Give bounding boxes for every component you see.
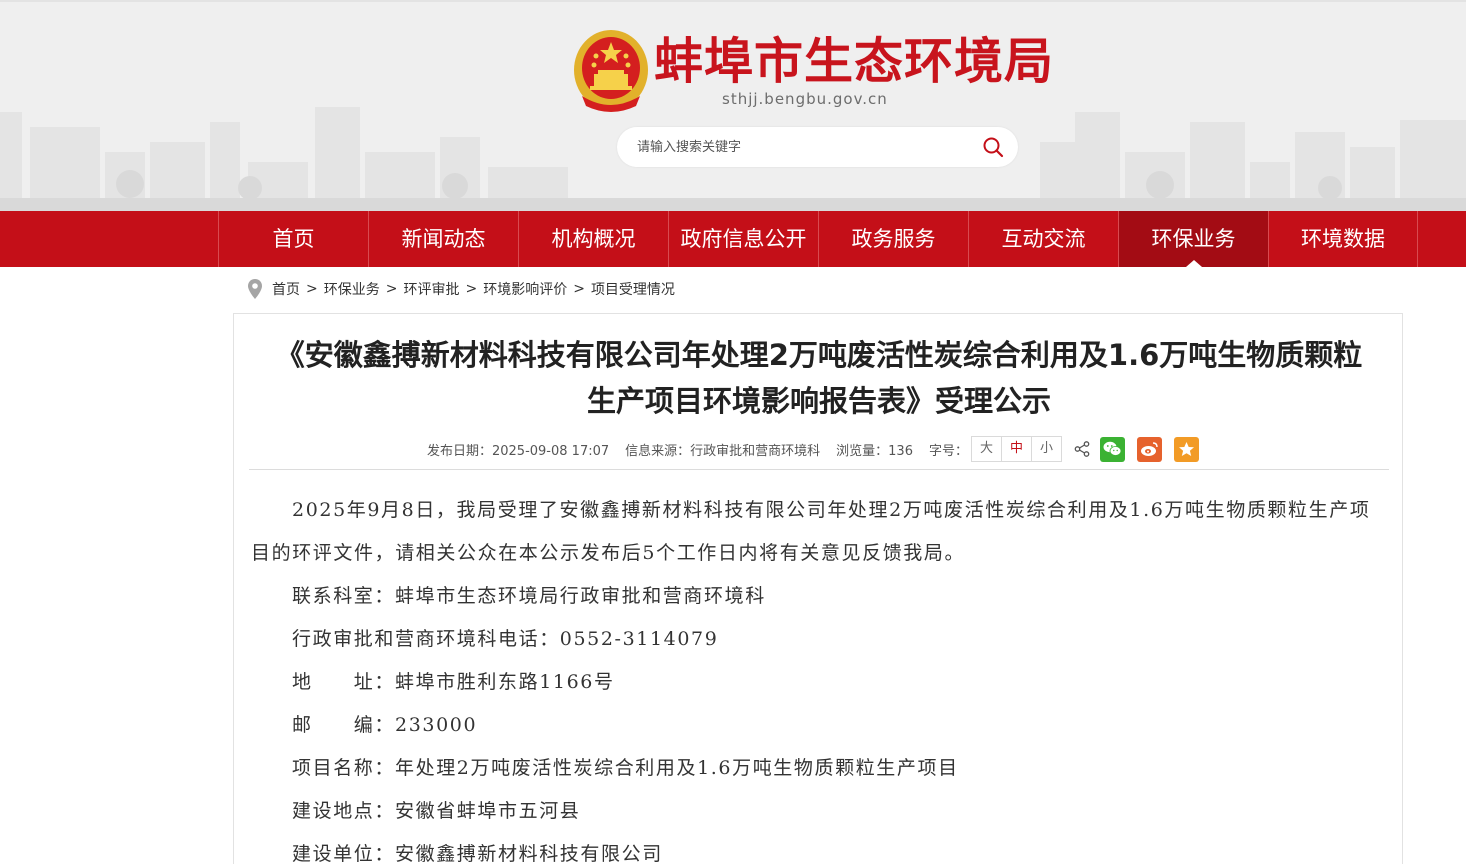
search-input[interactable] [637, 127, 977, 167]
project-location: 建设地点：安徽省蚌埠市五河县 [292, 800, 581, 822]
breadcrumb: 首页 > 环保业务 > 环评审批 > 环境影响评价 > 项目受理情况 [248, 278, 675, 300]
location-pin-icon [248, 279, 262, 299]
contact-department: 联系科室：蚌埠市生态环境局行政审批和营商环境科 [292, 585, 766, 607]
nav-item-news[interactable]: 新闻动态 [368, 211, 518, 267]
breadcrumb-separator: > [465, 281, 478, 297]
project-name: 项目名称：年处理2万吨废活性炭综合利用及1.6万吨生物质颗粒生产项目 [292, 757, 959, 779]
breadcrumb-env-business[interactable]: 环保业务 [324, 279, 380, 299]
weibo-icon[interactable] [1137, 436, 1162, 462]
breadcrumb-home[interactable]: 首页 [272, 279, 300, 299]
nav-item-home[interactable]: 首页 [218, 211, 368, 267]
fontsize-medium-button[interactable]: 中 [1001, 436, 1032, 462]
search-box [617, 127, 1018, 167]
nav-item-interaction[interactable]: 互动交流 [968, 211, 1118, 267]
emblem-icon [574, 30, 648, 112]
article-title-line2: 生产项目环境影响报告表》受理公示 [586, 384, 1051, 418]
nav-item-env-business[interactable]: 环保业务 [1118, 211, 1268, 267]
article-title-line1: 《安徽鑫搏新材料科技有限公司年处理2万吨废活性炭综合利用及1.6万吨生物质颗粒 [275, 338, 1363, 372]
site-domain: sthjj.bengbu.gov.cn [722, 90, 888, 108]
search-icon[interactable] [982, 136, 1004, 158]
info-source: 信息来源：行政审批和营商环境科 [625, 443, 821, 459]
fontsize-large-button[interactable]: 大 [971, 436, 1002, 462]
contact-phone: 行政审批和营商环境科电话：0552-3114079 [292, 628, 719, 650]
contact-address: 地 址：蚌埠市胜利东路1166号 [292, 671, 615, 693]
body-paragraph: 2025年9月8日，我局受理了安徽鑫搏新材料科技有限公司年处理2万吨废活性炭综合… [251, 499, 1371, 564]
article-card: 《安徽鑫搏新材料科技有限公司年处理2万吨废活性炭综合利用及1.6万吨生物质颗粒 … [233, 313, 1403, 864]
construction-unit: 建设单位：安徽鑫搏新材料科技有限公司 [292, 843, 663, 864]
fontsize-switcher: 大 中 小 [971, 436, 1062, 462]
main-nav: 首页 新闻动态 机构概况 政府信息公开 政务服务 互动交流 环保业务 环境数据 [0, 211, 1466, 267]
nav-item-organization[interactable]: 机构概况 [518, 211, 668, 267]
share-icon[interactable] [1074, 441, 1090, 457]
breadcrumb-eia[interactable]: 环境影响评价 [483, 279, 567, 299]
postal-code: 邮 编：233000 [292, 714, 478, 736]
breadcrumb-separator: > [306, 281, 318, 297]
breadcrumb-separator: > [573, 281, 585, 297]
fontsize-small-button[interactable]: 小 [1031, 436, 1062, 462]
breadcrumb-separator: > [385, 281, 398, 297]
site-brand[interactable]: 蚌埠市生态环境局 sthjj.bengbu.gov.cn [572, 26, 1072, 116]
breadcrumb-project-acceptance[interactable]: 项目受理情况 [591, 279, 675, 299]
site-title: 蚌埠市生态环境局 [654, 33, 1055, 90]
nav-item-gov-info[interactable]: 政府信息公开 [668, 211, 818, 267]
wechat-icon[interactable] [1100, 436, 1125, 462]
favorite-icon[interactable] [1174, 436, 1199, 462]
article-meta: 发布日期：2025-09-08 17:07 信息来源：行政审批和营商环境科 浏览… [234, 434, 1404, 464]
breadcrumb-eia-approval[interactable]: 环评审批 [403, 279, 459, 299]
article-title: 《安徽鑫搏新材料科技有限公司年处理2万吨废活性炭综合利用及1.6万吨生物质颗粒 … [254, 332, 1384, 424]
view-count: 浏览量：136 [836, 443, 913, 459]
meta-divider [249, 469, 1389, 470]
fontsize-label: 字号： [928, 443, 968, 459]
site-header: 蚌埠市生态环境局 sthjj.bengbu.gov.cn [0, 0, 1466, 211]
nav-item-env-data[interactable]: 环境数据 [1268, 211, 1418, 267]
nav-item-gov-services[interactable]: 政务服务 [818, 211, 968, 267]
publish-date: 发布日期：2025-09-08 17:07 [426, 443, 610, 459]
article-body: 2025年9月8日，我局受理了安徽鑫搏新材料科技有限公司年处理2万吨废活性炭综合… [251, 489, 1389, 864]
